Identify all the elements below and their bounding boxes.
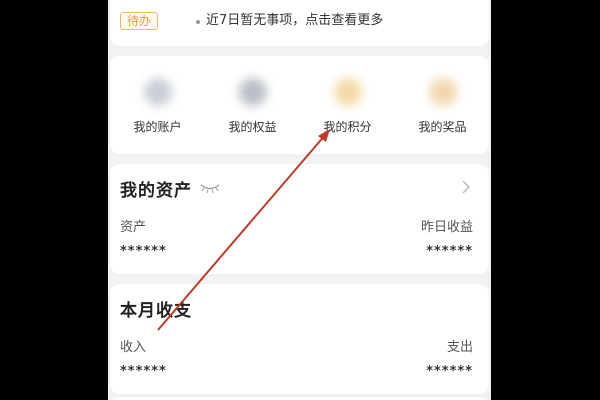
todo-tag: 待办 [120, 12, 159, 30]
assets-label: 资产 [120, 220, 147, 235]
assets-title: 我的资产 [120, 181, 192, 201]
menu-label-prizes: 我的奖品 [418, 120, 467, 134]
expense-label: 支出 [446, 340, 473, 355]
menu-label-points: 我的积分 [323, 120, 372, 134]
todo-summary-text[interactable]: 近7日暂无事项，点击查看更多 [206, 12, 383, 30]
yesterday-earnings-label: 昨日收益 [420, 220, 473, 235]
menu-item-prizes[interactable]: 我的奖品 [395, 56, 490, 154]
yesterday-earnings-value: ****** [426, 244, 473, 259]
menu-item-benefits[interactable]: 我的权益 [205, 56, 300, 154]
phone-screen: 待办 近7日暂无事项，点击查看更多 我的账户 我的权益 我的积分 我的奖品 我的… [108, 0, 491, 400]
account-icon [143, 78, 172, 106]
income-value: ****** [120, 364, 167, 379]
monthly-balance-title: 本月收支 [120, 301, 192, 321]
eye-closed-icon[interactable] [200, 182, 220, 194]
income-label: 收入 [120, 340, 147, 355]
assets-value: ****** [120, 244, 167, 259]
todo-card[interactable]: 待办 近7日暂无事项，点击查看更多 [110, 0, 489, 46]
menu-label-account: 我的账户 [133, 120, 182, 134]
prizes-icon [428, 78, 457, 106]
benefits-icon [238, 78, 267, 106]
quick-menu: 我的账户 我的权益 我的积分 我的奖品 [110, 56, 489, 154]
my-assets-card[interactable]: 我的资产 资产 昨日收益 ****** ****** [110, 164, 489, 274]
monthly-balance-card[interactable]: 本月收支 收入 支出 ****** ****** [110, 284, 489, 394]
menu-item-points[interactable]: 我的积分 [300, 56, 395, 154]
menu-label-benefits: 我的权益 [228, 120, 277, 134]
points-icon [333, 78, 362, 106]
chevron-right-icon[interactable] [461, 180, 471, 194]
bullet-dot [196, 20, 200, 24]
expense-value: ****** [426, 364, 473, 379]
menu-item-account[interactable]: 我的账户 [110, 56, 205, 154]
